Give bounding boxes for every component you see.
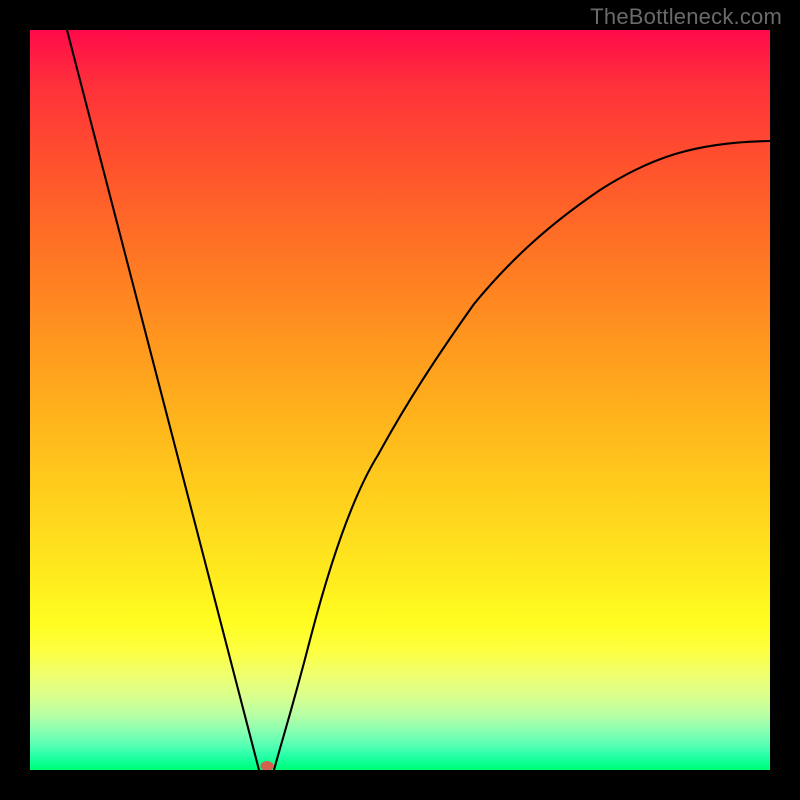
watermark-text: TheBottleneck.com xyxy=(590,4,782,30)
chart-frame: TheBottleneck.com xyxy=(0,0,800,800)
series-left-segment xyxy=(67,30,259,770)
minimum-marker xyxy=(261,761,274,770)
chart-curve xyxy=(30,30,770,770)
series-right-segment xyxy=(274,141,770,770)
plot-area xyxy=(30,30,770,770)
